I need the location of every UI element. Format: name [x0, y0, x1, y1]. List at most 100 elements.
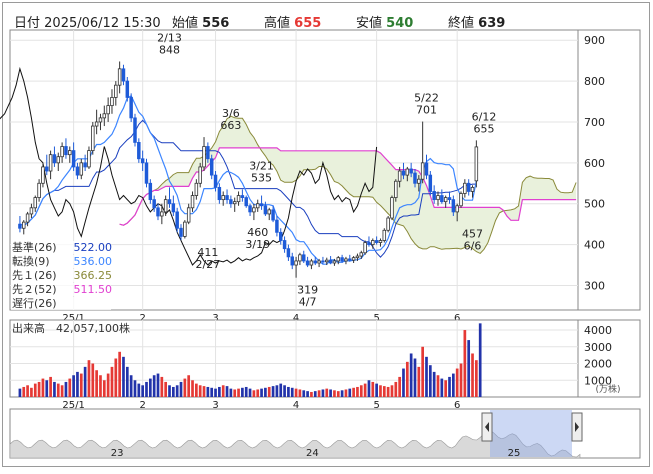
price-tick-label: 700: [584, 116, 605, 129]
volume-bar: [440, 378, 444, 397]
candle-body: [244, 197, 248, 207]
candle-body: [183, 221, 187, 237]
candle-body: [117, 68, 122, 86]
volume-bar: [45, 380, 49, 397]
candle-body: [52, 154, 57, 164]
volume-bar: [413, 358, 417, 397]
annotation-date: 6/6: [464, 239, 482, 252]
volume-bar: [390, 385, 394, 397]
volume-bar: [60, 385, 64, 397]
candle-body: [209, 158, 214, 176]
candle-body: [75, 166, 80, 176]
volume-bar: [202, 386, 206, 397]
candle-body: [167, 199, 172, 205]
candle-body: [348, 258, 352, 261]
candle-body: [344, 258, 348, 262]
volume-bar: [244, 386, 248, 397]
volume-bar: [428, 365, 432, 397]
candle-body: [83, 162, 87, 168]
header-date: 日付 2025/06/12 15:30: [14, 12, 161, 31]
candle: [91, 121, 95, 155]
date-label: 日付: [14, 16, 41, 31]
annotation-value: 848: [159, 43, 180, 56]
price-tick-label: 300: [584, 279, 605, 292]
volume-bar: [156, 373, 160, 397]
volume-bar: [30, 387, 33, 397]
candle-body: [382, 229, 387, 241]
price-tick-label: 800: [584, 75, 605, 88]
volume-bar: [145, 381, 148, 397]
overview-panel: 23 24 25: [9, 408, 641, 459]
candle-body: [25, 213, 30, 223]
candle-body: [98, 117, 103, 123]
annotation-date: 2/27: [196, 258, 221, 271]
volume-unit-label: (万株): [595, 383, 620, 395]
candle-body: [106, 105, 110, 115]
candle-body: [179, 227, 183, 237]
candle-body: [206, 146, 210, 160]
volume-bar: [110, 366, 114, 397]
legend-value: 522.00: [74, 241, 113, 254]
candle-body: [474, 146, 479, 182]
candle: [183, 220, 187, 239]
volume-bar: [129, 375, 133, 397]
candle-body: [409, 168, 413, 174]
volume-bar: [172, 386, 175, 397]
candle-body: [45, 166, 49, 172]
candle-body: [221, 195, 225, 201]
volume-bar: [405, 361, 409, 397]
volume-bar: [402, 368, 405, 397]
candle-body: [394, 180, 398, 198]
volume-bar: [310, 391, 313, 397]
volume-bar: [72, 375, 75, 397]
volume-bar: [164, 381, 168, 397]
volume-bar: [344, 389, 348, 397]
candle-body: [440, 195, 444, 203]
candle-body: [443, 197, 448, 203]
volume-bar: [187, 375, 191, 397]
chart-frame: 300 400 500 600 700 800 900 25/1 2 3 4 5 6 2/13 848 3/6…: [0, 0, 653, 470]
volume-bar: [298, 389, 302, 397]
candle-body: [278, 231, 283, 241]
volume-bar: [152, 375, 156, 397]
overview-year-label: 23: [111, 448, 124, 459]
volume-bar: [302, 390, 306, 397]
candle-body: [68, 150, 72, 156]
candle: [244, 195, 248, 208]
overview-selection: [490, 410, 572, 457]
volume-bar: [83, 366, 87, 397]
volume-bar: [68, 378, 72, 397]
open-value: 556: [202, 16, 230, 31]
volume-tick-label: 3000: [584, 341, 612, 354]
header-low: 安値 540: [356, 12, 413, 31]
volume-bar: [64, 381, 68, 397]
legend-label: 遅行(26): [12, 297, 57, 310]
volume-bar: [260, 388, 263, 397]
volume-bar: [41, 378, 45, 397]
candle-body: [248, 205, 252, 213]
volume-bar: [467, 340, 471, 397]
candle: [386, 215, 390, 233]
volume-bar: [421, 346, 424, 397]
volume-bar: [367, 380, 371, 397]
volume-bar: [33, 383, 37, 397]
candle-body: [424, 162, 429, 176]
candle-body: [271, 209, 275, 221]
candle-body: [321, 260, 325, 263]
legend-label: 転換(9): [12, 255, 50, 268]
price-tick-label: 400: [584, 239, 605, 252]
overview-handle-left[interactable]: [481, 412, 493, 442]
candle-body: [363, 242, 367, 254]
candle-body: [148, 182, 153, 201]
volume-bar: [221, 385, 225, 397]
volume-bar: [122, 356, 125, 397]
volume-bar: [214, 388, 217, 397]
overview-handle-right[interactable]: [571, 412, 583, 442]
volume-bar: [382, 386, 386, 397]
candle-body: [309, 260, 314, 266]
low-value: 540: [386, 16, 414, 31]
volume-bar: [371, 381, 375, 397]
candle-body: [190, 195, 195, 209]
candle-body: [290, 256, 294, 266]
annotation-value: 663: [220, 119, 241, 132]
